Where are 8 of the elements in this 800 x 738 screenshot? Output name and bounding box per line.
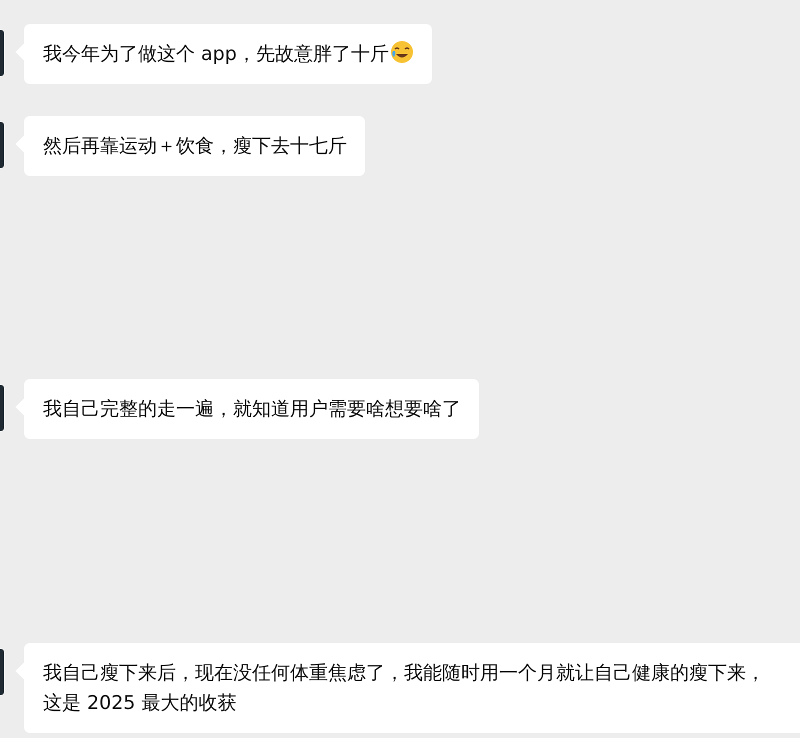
message-text: 然后再靠运动＋饮食，瘦下去十七斤 bbox=[43, 135, 347, 157]
message-text: 我自己完整的走一遍，就知道用户需要啥想要啥了 bbox=[43, 398, 461, 420]
message-text: 我今年为了做这个 app，先故意胖了十斤 bbox=[43, 43, 389, 65]
avatar[interactable] bbox=[0, 649, 4, 695]
message-text: 我自己瘦下来后，现在没任何体重焦虑了，我能随时用一个月就让自己健康的瘦下来，这是 2025 最大的收获 bbox=[43, 662, 765, 714]
avatar[interactable] bbox=[0, 30, 4, 76]
avatar[interactable] bbox=[0, 385, 4, 431]
avatar[interactable] bbox=[0, 122, 4, 168]
